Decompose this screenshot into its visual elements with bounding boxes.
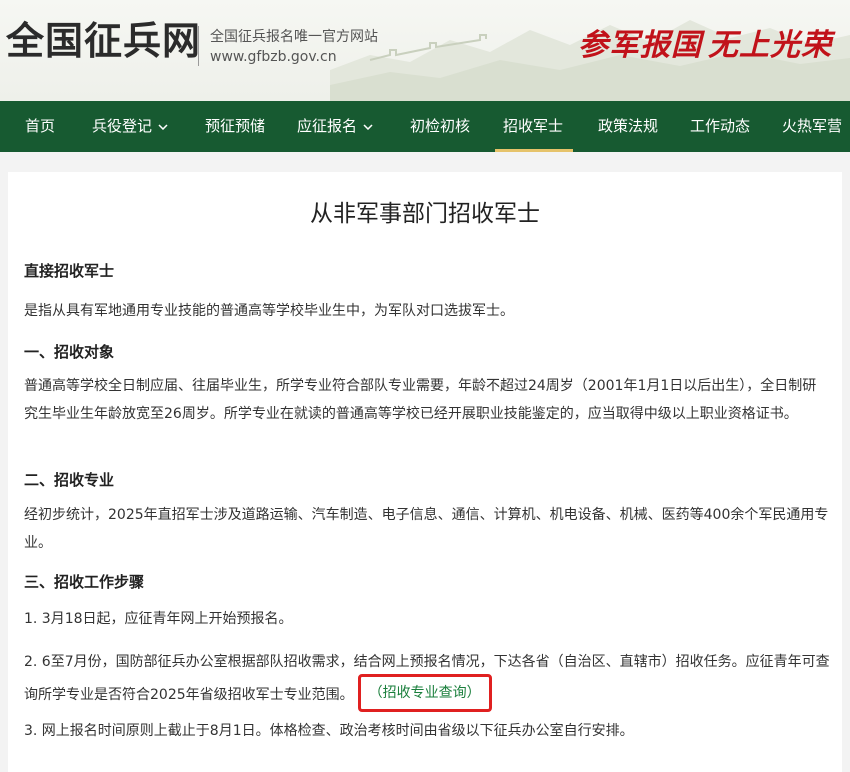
- nav-item-home[interactable]: 首页: [25, 101, 55, 152]
- intro-heading: 直接招收军士: [24, 262, 115, 280]
- nav-item-label: 预征预储: [205, 117, 266, 135]
- nav-item-label: 政策法规: [598, 117, 659, 135]
- slogan-left: 参军报国: [578, 28, 702, 63]
- major-query-highlight: （招收专业查询）: [357, 674, 492, 712]
- nav-item-label: 火热军营: [782, 117, 843, 135]
- section-heading-targets: 一、招收对象: [24, 343, 115, 361]
- section-text-targets: 普通高等学校全日制应届、往届毕业生，所学专业符合部队专业需要，年龄不超过24周岁…: [24, 378, 817, 422]
- logo-divider: [198, 26, 199, 66]
- nav-item-military-camp[interactable]: 火热军营: [782, 101, 842, 152]
- nav-item-label: 首页: [25, 117, 56, 135]
- site-logo[interactable]: 全国征兵网: [6, 18, 201, 64]
- step-1: 1. 3月18日起，应征青年网上开始预报名。: [24, 611, 293, 627]
- article-title: 从非军事部门招收军士: [310, 201, 540, 227]
- nav-item-work-news[interactable]: 工作动态: [690, 101, 750, 152]
- main-nav: 首页 兵役登记 预征预储 应征报名 初检初核 招收军士 政策法规 工作动态 火热…: [0, 101, 850, 152]
- nav-item-initial-check[interactable]: 初检初核: [410, 101, 470, 152]
- step-3: 3. 网上报名时间原则上截止于8月1日。体格检查、政治考核时间由省级以下征兵办公…: [24, 723, 634, 739]
- nav-item-label: 工作动态: [690, 117, 751, 135]
- section-heading-steps: 三、招收工作步骤: [24, 573, 145, 591]
- nav-item-military-registration[interactable]: 兵役登记: [92, 101, 168, 152]
- nav-item-label: 应征报名: [297, 117, 358, 135]
- site-tagline: 全国征兵报名唯一官方网站: [210, 29, 378, 45]
- major-query-link[interactable]: （招收专业查询）: [369, 685, 481, 701]
- section-text-majors: 经初步统计，2025年直招军士涉及道路运输、汽车制造、电子信息、通信、计算机、机…: [24, 507, 829, 551]
- article-content: 从非军事部门招收军士 直接招收军士 是指从具有军地通用专业技能的普通高等学校毕业…: [8, 172, 842, 772]
- step-2: 2. 6至7月份，国防部征兵办公室根据部队招收需求，结合网上预报名情况，下达各省…: [24, 648, 830, 714]
- nav-item-label: 招收军士: [503, 117, 564, 135]
- nav-item-label: 兵役登记: [92, 117, 153, 135]
- nav-item-policies[interactable]: 政策法规: [598, 101, 658, 152]
- chevron-down-icon: [158, 123, 168, 130]
- chevron-down-icon: [363, 123, 373, 130]
- nav-item-pre-recruitment[interactable]: 预征预储: [205, 101, 265, 152]
- intro-text: 是指从具有军地通用专业技能的普通高等学校毕业生中，为军队对口选拔军士。: [24, 303, 514, 319]
- section-heading-majors: 二、招收专业: [24, 471, 115, 489]
- site-header: 全国征兵网 全国征兵报名唯一官方网站 www.gfbzb.gov.cn 参军报国…: [0, 0, 850, 101]
- site-url: www.gfbzb.gov.cn: [210, 49, 337, 65]
- nav-item-label: 初检初核: [410, 117, 471, 135]
- nav-item-enlistment-registration[interactable]: 应征报名: [297, 101, 373, 152]
- slogan-right: 无上光荣: [708, 28, 832, 63]
- nav-item-nco-recruitment[interactable]: 招收军士: [494, 101, 574, 152]
